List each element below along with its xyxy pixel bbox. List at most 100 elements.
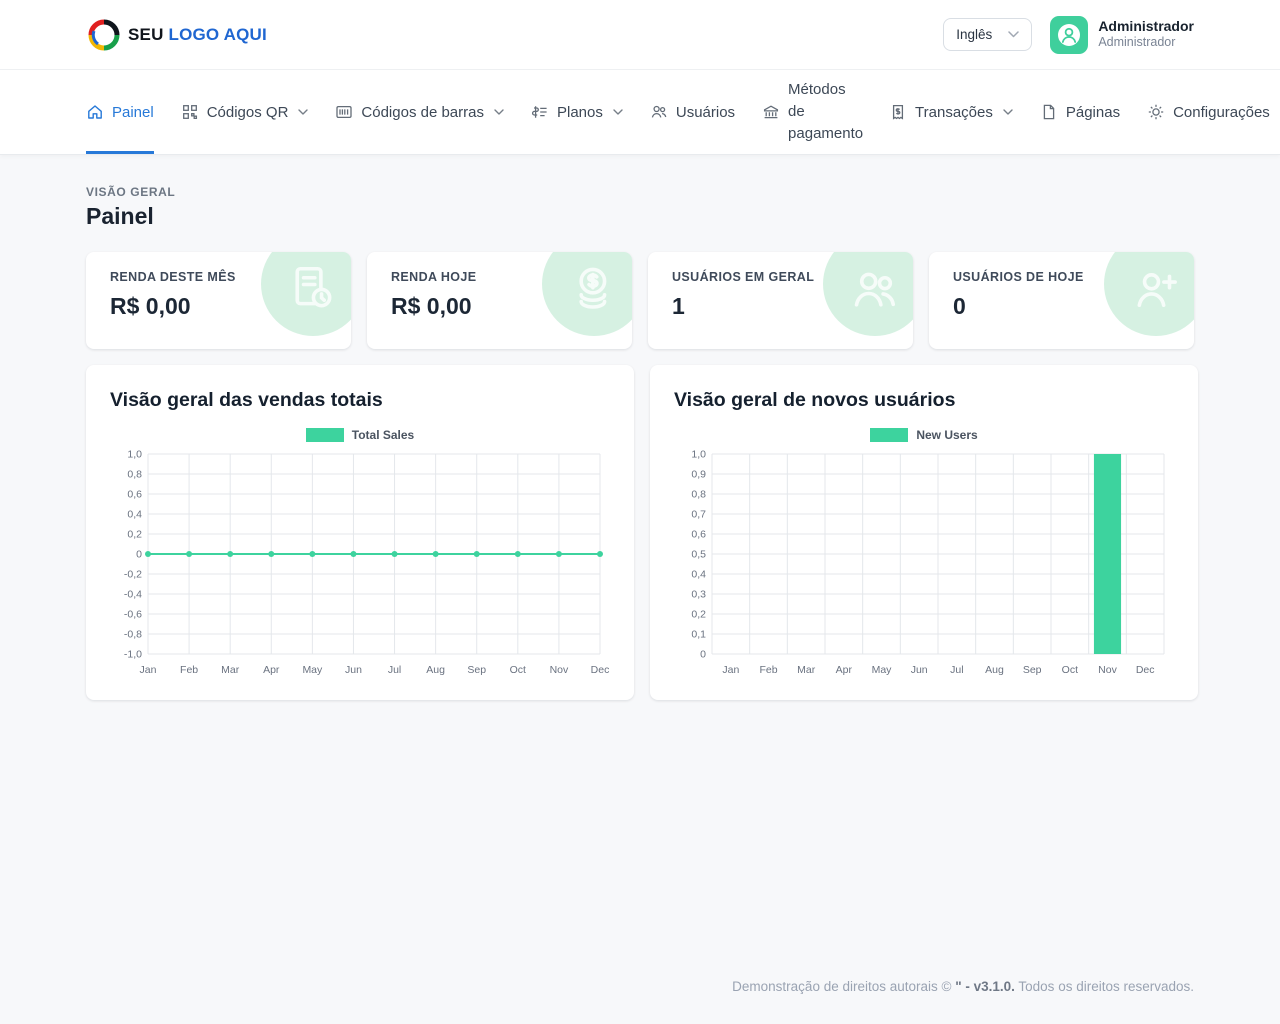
- svg-text:May: May: [872, 664, 893, 676]
- legend-swatch: [306, 428, 344, 442]
- user-role: Administrador: [1098, 35, 1194, 51]
- nav-item-painel[interactable]: Painel: [86, 70, 154, 154]
- stat-value: R$ 0,00: [391, 293, 608, 320]
- app-logo[interactable]: SEU LOGO AQUI: [86, 17, 267, 53]
- footer: Demonstração de direitos autorais © " - …: [0, 961, 1280, 1024]
- svg-text:1,0: 1,0: [691, 449, 706, 461]
- new-users-chart-card: Visão geral de novos usuários New Users …: [650, 365, 1198, 700]
- svg-text:Aug: Aug: [426, 664, 445, 676]
- language-select[interactable]: Inglês: [943, 18, 1032, 51]
- nav-item-codigos-qr[interactable]: Códigos QR: [181, 70, 309, 154]
- svg-text:0,7: 0,7: [691, 509, 706, 521]
- stat-label: USUÁRIOS EM GERAL: [672, 270, 889, 284]
- nav-item-planos[interactable]: Planos: [531, 70, 623, 154]
- nav-item-paginas[interactable]: Páginas: [1040, 70, 1120, 154]
- chevron-down-icon: [298, 109, 308, 115]
- language-value: Inglês: [956, 27, 992, 42]
- nav-item-label: Métodos de pagamento: [788, 79, 862, 144]
- page-header: VISÃO GERAL Painel: [86, 155, 1194, 230]
- chart-legend: New Users: [674, 428, 1174, 442]
- svg-text:0,4: 0,4: [691, 569, 706, 581]
- nav-item-label: Usuários: [676, 104, 735, 121]
- svg-text:0,2: 0,2: [127, 529, 142, 541]
- svg-text:Oct: Oct: [510, 664, 526, 676]
- nav-item-label: Transações: [915, 104, 993, 121]
- user-menu[interactable]: Administrador Administrador: [1050, 16, 1194, 54]
- stat-label: RENDA HOJE: [391, 270, 608, 284]
- nav-item-label: Configurações: [1173, 104, 1270, 121]
- total-sales-chart-card: Visão geral das vendas totais Total Sale…: [86, 365, 634, 700]
- stat-card-renda-hoje: RENDA HOJE R$ 0,00: [367, 252, 632, 349]
- legend-label: Total Sales: [352, 428, 414, 442]
- stat-label: RENDA DESTE MÊS: [110, 270, 327, 284]
- svg-text:0,8: 0,8: [691, 489, 706, 501]
- payment-methods-icon: [762, 103, 780, 121]
- stat-label: USUÁRIOS DE HOJE: [953, 270, 1170, 284]
- svg-text:Sep: Sep: [1023, 664, 1042, 676]
- chart-title: Visão geral de novos usuários: [674, 389, 1174, 412]
- nav-item-usuarios[interactable]: Usuários: [650, 70, 735, 154]
- pages-icon: [1040, 103, 1058, 121]
- svg-text:Nov: Nov: [1098, 664, 1117, 676]
- svg-text:1,0: 1,0: [127, 449, 142, 461]
- legend-label: New Users: [916, 428, 977, 442]
- logo-text: SEU LOGO AQUI: [128, 25, 267, 45]
- chevron-down-icon: [613, 109, 623, 115]
- nav-item-label: Painel: [112, 104, 154, 121]
- transactions-icon: [889, 103, 907, 121]
- svg-text:Dec: Dec: [591, 664, 610, 676]
- svg-text:May: May: [302, 664, 323, 676]
- nav-item-transacoes[interactable]: Transações: [889, 70, 1013, 154]
- user-meta: Administrador Administrador: [1098, 18, 1194, 51]
- logo-icon: [86, 17, 122, 53]
- svg-text:-0,8: -0,8: [124, 629, 142, 641]
- svg-text:Nov: Nov: [550, 664, 569, 676]
- svg-text:Feb: Feb: [759, 664, 777, 676]
- svg-text:Oct: Oct: [1062, 664, 1078, 676]
- stat-value: 0: [953, 293, 1170, 320]
- chart-title: Visão geral das vendas totais: [110, 389, 610, 412]
- svg-text:0: 0: [136, 549, 142, 561]
- svg-text:0,1: 0,1: [691, 629, 706, 641]
- nav-item-label: Páginas: [1066, 104, 1120, 121]
- nav-item-configuracoes[interactable]: Configurações: [1147, 70, 1280, 154]
- new-users-chart: 00,10,20,30,40,50,60,70,80,91,0JanFebMar…: [674, 446, 1174, 682]
- svg-text:Apr: Apr: [263, 664, 280, 676]
- svg-text:0,3: 0,3: [691, 589, 706, 601]
- chart-legend: Total Sales: [110, 428, 610, 442]
- nav-item-label: Códigos de barras: [361, 104, 484, 121]
- legend-swatch: [870, 428, 908, 442]
- svg-text:Jul: Jul: [388, 664, 401, 676]
- svg-text:Feb: Feb: [180, 664, 198, 676]
- svg-text:-0,2: -0,2: [124, 569, 142, 581]
- svg-text:0,5: 0,5: [691, 549, 706, 561]
- svg-text:0,9: 0,9: [691, 469, 706, 481]
- svg-text:Sep: Sep: [467, 664, 486, 676]
- stat-card-usuarios-em-geral: USUÁRIOS EM GERAL 1: [648, 252, 913, 349]
- stat-card-usuarios-de-hoje: USUÁRIOS DE HOJE 0: [929, 252, 1194, 349]
- chevron-down-icon: [1003, 109, 1013, 115]
- svg-text:0,4: 0,4: [127, 509, 142, 521]
- stat-value: 1: [672, 293, 889, 320]
- nav-item-metodos-de-pagamento[interactable]: Métodos de pagamento: [762, 70, 862, 154]
- svg-text:Mar: Mar: [797, 664, 816, 676]
- nav-item-codigos-de-barras[interactable]: Códigos de barras: [335, 70, 504, 154]
- charts-row: Visão geral das vendas totais Total Sale…: [86, 365, 1194, 700]
- page-eyebrow: VISÃO GERAL: [86, 185, 1194, 199]
- svg-text:Jan: Jan: [140, 664, 157, 676]
- svg-text:Aug: Aug: [985, 664, 1004, 676]
- stats-row: RENDA DESTE MÊS R$ 0,00 RENDA HOJE R$ 0,…: [86, 252, 1194, 349]
- users-icon: [650, 103, 668, 121]
- svg-text:-1,0: -1,0: [124, 649, 142, 661]
- svg-text:Jan: Jan: [722, 664, 739, 676]
- plans-icon: [531, 103, 549, 121]
- barcode-icon: [335, 103, 353, 121]
- copyright-text: Demonstração de direitos autorais © " - …: [86, 979, 1194, 994]
- svg-text:Dec: Dec: [1136, 664, 1155, 676]
- main-nav: Painel Códigos QR Códigos de barras: [0, 70, 1280, 155]
- top-header: SEU LOGO AQUI Inglês: [0, 0, 1280, 70]
- qr-code-icon: [181, 103, 199, 121]
- svg-text:Mar: Mar: [221, 664, 240, 676]
- svg-text:-0,6: -0,6: [124, 609, 142, 621]
- svg-text:-0,4: -0,4: [124, 589, 142, 601]
